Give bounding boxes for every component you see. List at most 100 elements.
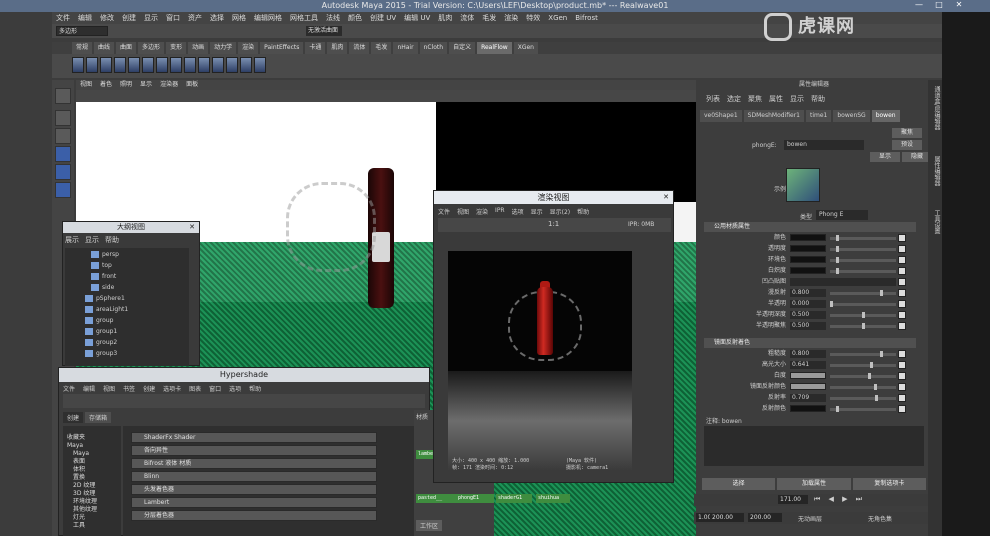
attribute-slider[interactable] [830,301,896,307]
render-view-menu-item[interactable]: 视图 [457,207,469,216]
hypershade-menu-item[interactable]: 窗口 [209,384,221,393]
slider-knob[interactable] [870,362,873,368]
scale-tool-icon[interactable] [55,182,71,198]
attribute-slider[interactable] [830,235,896,241]
attribute-menu-item[interactable]: 显示 [790,94,804,104]
hypershade-tab[interactable]: 存储箱 [85,412,112,423]
playback-buttons-icon[interactable]: ⏮ ◀ ▶ ⏭ [814,495,865,504]
tool-settings-tab[interactable]: 工具设置 [930,210,940,234]
attribute-tab[interactable]: bowen [871,110,900,122]
live-surface-field[interactable]: 无激活曲面 [306,26,342,36]
menu-item[interactable]: 资产 [188,12,202,24]
hypershade-menu-item[interactable]: 帮助 [249,384,261,393]
viewport-menu-item[interactable]: 面板 [186,80,198,90]
hypershade-menu-item[interactable]: 选项卡 [163,384,181,393]
shelf-tab[interactable]: RealFlow [477,42,512,54]
material-node[interactable]: shuihua [536,494,570,503]
outliner-menu-item[interactable]: 展示 [65,235,79,245]
map-button-icon[interactable] [898,350,906,358]
minimize-button[interactable]: — [912,0,926,10]
slider-knob[interactable] [836,257,839,263]
viewport-menu-item[interactable]: 显示 [140,80,152,90]
render-view-menu-item[interactable]: IPR [495,207,505,216]
shelf-tab[interactable]: 动力学 [210,42,237,54]
bump-field[interactable] [790,278,896,286]
menu-item[interactable]: 网格工具 [290,12,318,24]
color-swatch[interactable] [790,405,826,412]
tree-item[interactable]: 其他纹理 [73,506,97,514]
color-swatch[interactable] [790,234,826,241]
attribute-tab[interactable]: ve0Shape1 [700,110,742,122]
map-button-icon[interactable] [898,267,906,275]
tree-item[interactable]: 表面 [73,458,85,466]
paint-select-icon[interactable] [55,128,71,144]
outliner-item[interactable]: group [85,316,113,326]
tree-item[interactable]: 环境纹理 [73,498,97,506]
maximize-button[interactable]: □ [932,0,946,10]
range-end-field[interactable]: 200.00 [710,513,744,522]
material-name-field[interactable]: bowen [784,140,864,150]
attribute-value-field[interactable]: 0.800 [790,350,826,358]
attribute-tab[interactable]: bowenSG [833,110,870,122]
attribute-tab[interactable]: SDMeshModifier1 [743,110,804,122]
outliner-item[interactable]: areaLight1 [85,305,128,315]
shelf-tool-icon[interactable] [254,57,266,73]
menu-item[interactable]: 选择 [210,12,224,24]
tree-item[interactable]: Maya [67,442,83,450]
current-frame-field[interactable]: 171.00 [778,495,808,504]
shader-node-item[interactable]: ShaderFx Shader [131,432,377,443]
attribute-slider[interactable] [830,351,896,357]
hypershade-menu-item[interactable]: 视图 [103,384,115,393]
color-swatch[interactable] [790,267,826,274]
shelf-tab[interactable]: nCloth [419,42,448,54]
menu-item[interactable]: 窗口 [166,12,180,24]
attribute-value-field[interactable]: 0.500 [790,322,826,330]
tree-item[interactable]: 体积 [73,466,85,474]
tree-item[interactable]: 2D 纹理 [73,482,95,490]
menu-item[interactable]: XGen [548,12,567,24]
slider-knob[interactable] [880,351,883,357]
shelf-tool-icon[interactable] [240,57,252,73]
menu-item[interactable]: 编辑网格 [254,12,282,24]
attribute-value-field[interactable]: 0.709 [790,394,826,402]
attribute-value-field[interactable]: 0.000 [790,300,826,308]
menu-item[interactable]: 编辑 UV [404,12,430,24]
attribute-value-field[interactable]: 0.800 [790,289,826,297]
render-view-menu-item[interactable]: 帮助 [577,207,589,216]
slider-knob[interactable] [875,395,878,401]
attribute-menu-item[interactable]: 列表 [706,94,720,104]
section-common-material[interactable]: 公用材质属性 [704,222,916,232]
focus-button[interactable]: 聚焦 [892,128,922,138]
channel-box-tab[interactable]: 通道盒/层编辑器 [930,86,940,130]
slider-knob[interactable] [868,373,871,379]
shelf-tab[interactable]: 动画 [188,42,209,54]
attribute-menu-item[interactable]: 属性 [769,94,783,104]
menu-item[interactable]: 颜色 [348,12,362,24]
slider-knob[interactable] [862,312,865,318]
hypershade-menu-item[interactable]: 书签 [123,384,135,393]
shelf-tool-icon[interactable] [86,57,98,73]
shelf-tool-icon[interactable] [142,57,154,73]
color-swatch[interactable] [790,245,826,252]
menu-item[interactable]: 修改 [100,12,114,24]
shelf-tab[interactable]: nHair [393,42,418,54]
shelf-tool-icon[interactable] [170,57,182,73]
rotate-tool-icon[interactable] [55,164,71,180]
menu-item[interactable]: 创建 UV [370,12,396,24]
shelf-tool-icon[interactable] [100,57,112,73]
material-node[interactable]: shaderG1 [496,494,532,503]
tree-item[interactable]: 收藏夹 [67,434,85,442]
color-swatch[interactable] [790,383,826,390]
slider-knob[interactable] [836,235,839,241]
render-view-menu-item[interactable]: 文件 [438,207,450,216]
color-swatch[interactable] [790,372,826,379]
slider-knob[interactable] [836,246,839,252]
outliner-item[interactable]: top [91,261,112,271]
work-area-tab[interactable]: 工作区 [416,520,443,531]
tree-item[interactable]: 置换 [73,474,85,482]
shader-node-item[interactable]: Bifrost 液体 材质 [131,458,377,469]
attribute-slider[interactable] [830,362,896,368]
hypershade-menu-item[interactable]: 选项 [229,384,241,393]
attribute-menu-item[interactable]: 帮助 [811,94,825,104]
slider-knob[interactable] [874,384,877,390]
